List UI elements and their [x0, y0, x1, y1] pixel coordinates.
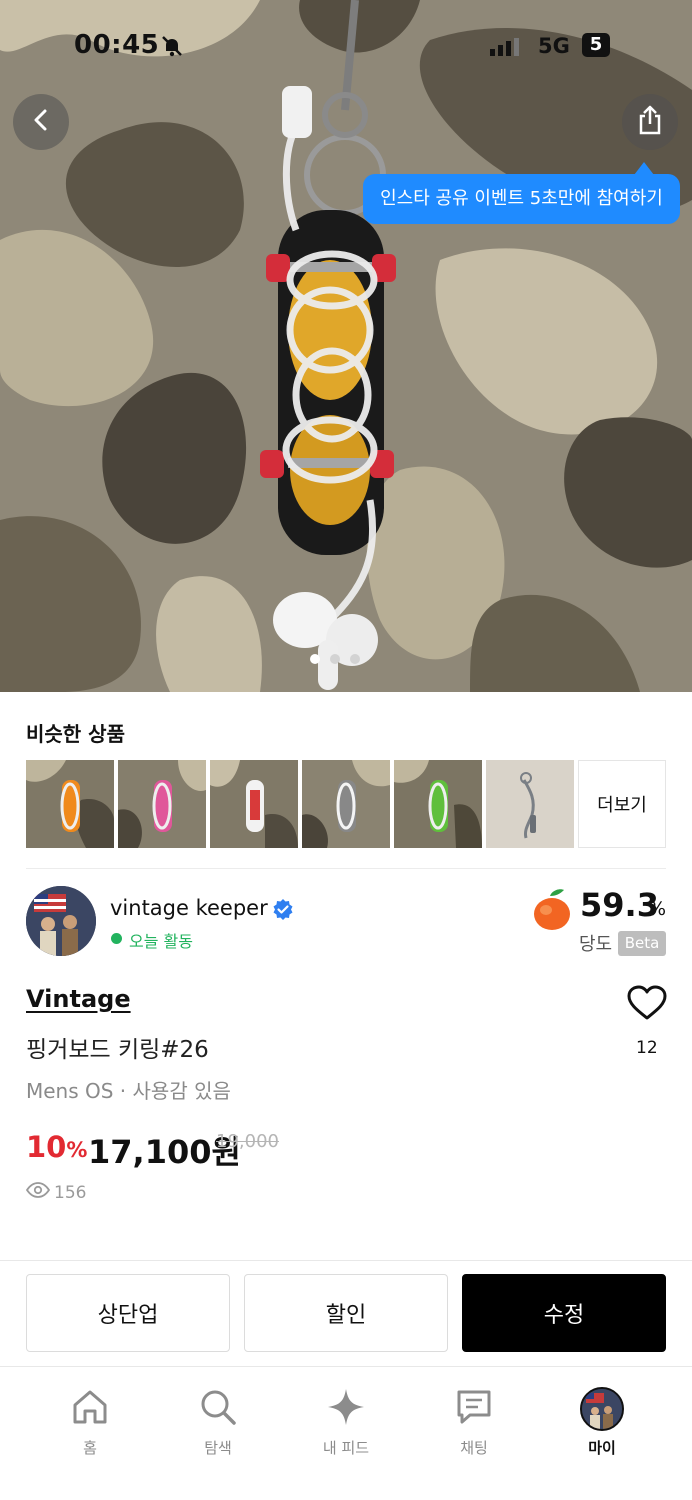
share-button[interactable] [622, 94, 678, 150]
activity-status: 오늘 활동 [129, 932, 193, 951]
battery-icon: 5 [582, 33, 610, 57]
nav-my[interactable]: 마이 [552, 1387, 652, 1458]
similar-product-thumb[interactable] [302, 760, 390, 848]
similar-product-thumb[interactable] [394, 760, 482, 848]
product-meta: Mens OS · 사용감 있음 [26, 1079, 231, 1103]
search-icon [198, 1387, 238, 1431]
home-icon [70, 1387, 110, 1431]
similar-products-title: 비슷한 상품 [26, 722, 125, 746]
silent-bell-icon [160, 34, 184, 62]
nav-label: 홈 [83, 1439, 97, 1457]
discount-unit: % [66, 1138, 88, 1162]
status-time: 00:45 [74, 30, 160, 60]
view-count-value: 156 [54, 1182, 87, 1203]
similar-product-thumb[interactable] [486, 760, 574, 848]
share-icon [636, 105, 664, 139]
similar-product-thumb[interactable] [118, 760, 206, 848]
beta-badge: Beta [618, 931, 666, 956]
nav-label: 내 피드 [322, 1439, 370, 1457]
similar-product-thumb[interactable] [26, 760, 114, 848]
divider [0, 1260, 692, 1261]
discount-rate: 10% [26, 1130, 87, 1164]
nav-label: 마이 [588, 1439, 616, 1457]
status-bar: 00:45 5G 5 [0, 28, 692, 68]
verified-badge-icon [272, 898, 294, 924]
sweetness-unit: % [648, 898, 667, 920]
share-event-tooltip[interactable]: 인스타 공유 이벤트 5초만에 참여하기 [363, 174, 680, 224]
avatar [580, 1387, 624, 1431]
carousel-dot[interactable] [350, 654, 360, 664]
similar-products-list: 더보기 [26, 760, 666, 848]
sparkle-icon [326, 1387, 366, 1431]
bump-button[interactable]: 상단업 [26, 1274, 230, 1352]
signal-icon [490, 38, 520, 60]
nav-search[interactable]: 탐색 [168, 1387, 268, 1458]
divider [26, 868, 666, 869]
edit-button[interactable]: 수정 [462, 1274, 666, 1352]
carousel-dot[interactable] [330, 654, 340, 664]
discount-value: 10 [26, 1130, 67, 1164]
view-count: 156 [25, 1182, 87, 1203]
original-price: 19,000 [216, 1131, 279, 1152]
seller-name[interactable]: vintage keeper [110, 896, 268, 920]
online-status-dot [111, 933, 122, 944]
nav-label: 채팅 [460, 1439, 488, 1457]
bottom-nav: 홈 탐색 내 피드 채팅 마이 [0, 1367, 692, 1500]
chevron-left-icon [28, 107, 54, 137]
like-button[interactable] [627, 985, 667, 1025]
carousel-dots [310, 654, 360, 664]
nav-home[interactable]: 홈 [40, 1387, 140, 1458]
nav-feed[interactable]: 내 피드 [296, 1387, 396, 1458]
product-title: 핑거보드 키링#26 [26, 1037, 209, 1063]
eye-icon [25, 1182, 51, 1203]
peach-icon [530, 888, 574, 936]
network-type: 5G [538, 34, 570, 58]
more-similar-button[interactable]: 더보기 [578, 760, 666, 848]
product-image[interactable]: 00:45 5G 5 인스타 공유 이벤트 5초만에 참여하기 [0, 0, 692, 692]
carousel-dot[interactable] [310, 654, 320, 664]
seller-avatar[interactable] [26, 886, 96, 956]
back-button[interactable] [13, 94, 69, 150]
camo-background [0, 0, 692, 692]
chat-icon [454, 1387, 494, 1431]
product-brand[interactable]: Vintage [26, 985, 131, 1013]
similar-product-thumb[interactable] [210, 760, 298, 848]
like-count: 12 [636, 1038, 658, 1058]
discount-button[interactable]: 할인 [244, 1274, 448, 1352]
nav-chat[interactable]: 채팅 [424, 1387, 524, 1458]
sweetness-label: 당도 [579, 934, 613, 955]
nav-label: 탐색 [204, 1439, 232, 1457]
